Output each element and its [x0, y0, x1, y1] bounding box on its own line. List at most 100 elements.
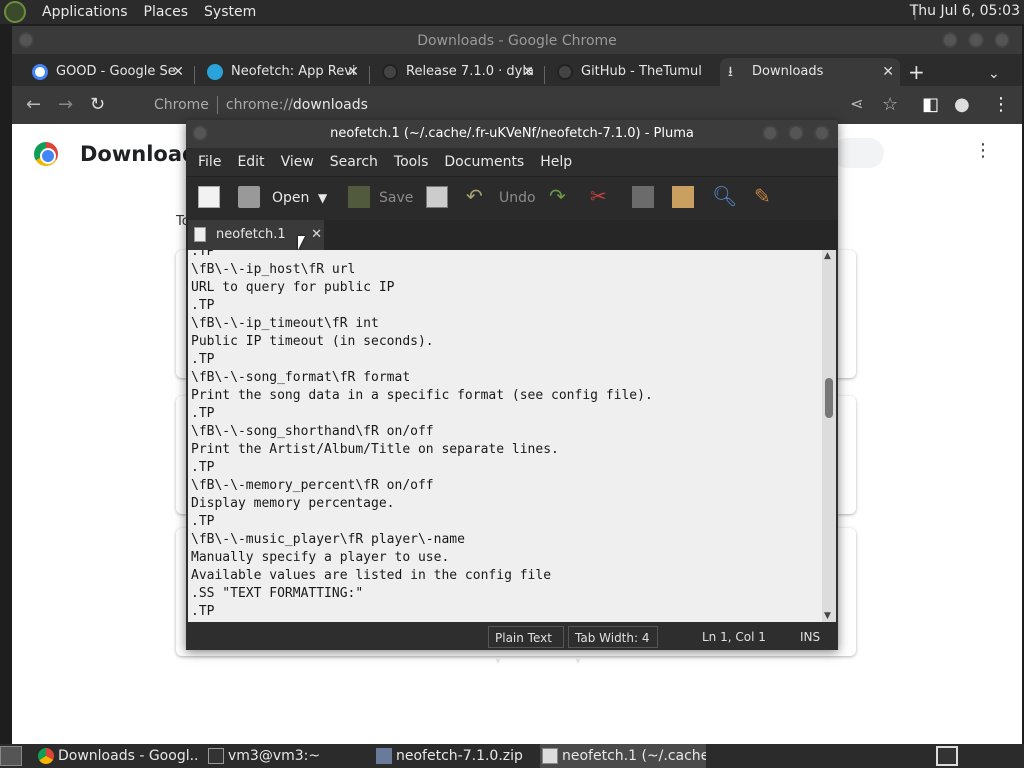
taskbar-item-pluma[interactable]: neofetch.1 (~/.cache... [540, 744, 706, 768]
system-menu[interactable]: System [196, 4, 264, 20]
menu-file[interactable]: File [190, 154, 229, 170]
new-tab-icon[interactable]: + [908, 58, 925, 86]
profile-avatar-icon[interactable]: ● [954, 94, 970, 115]
mouse-pointer-icon [298, 236, 305, 250]
clock[interactable]: Thu Jul 6, 05:03 [910, 3, 1020, 19]
tab-close-icon[interactable]: ✕ [522, 58, 534, 86]
download-icon: ⭳ [728, 64, 733, 80]
taskbar-label: vm3@vm3:~ [228, 748, 321, 764]
pluma-titlebar[interactable]: neofetch.1 (~/.cache/.fr-uKVeNf/neofetch… [186, 120, 838, 148]
chrome-titlebar[interactable]: Downloads - Google Chrome [12, 26, 1022, 54]
close-icon[interactable] [814, 125, 830, 141]
menu-view[interactable]: View [273, 154, 322, 170]
places-menu[interactable]: Places [136, 4, 197, 20]
bookmark-star-icon[interactable]: ☆ [882, 94, 898, 115]
side-panel-icon[interactable]: ◧ [922, 94, 939, 115]
menu-edit[interactable]: Edit [229, 154, 272, 170]
pluma-window-title: neofetch.1 (~/.cache/.fr-uKVeNf/neofetch… [330, 126, 694, 141]
tab-close-icon[interactable]: ✕ [311, 220, 322, 250]
menu-search[interactable]: Search [322, 154, 386, 170]
menu-documents[interactable]: Documents [436, 154, 532, 170]
copy-icon[interactable] [632, 186, 654, 208]
menu-help[interactable]: Help [532, 154, 580, 170]
tab-github[interactable]: GitHub - TheTumul [549, 58, 715, 86]
tab-downloads[interactable]: ⭳ Downloads ✕ [720, 58, 900, 86]
language-label: Plain Text [495, 631, 552, 645]
chrome-toolbar: ← → ↻ Chrome chrome://downloads ⋖ ☆ ◧ ● ⋮ [12, 86, 1022, 124]
tab-width-label: Tab Width: 4 [575, 631, 650, 645]
window-menu-icon[interactable] [192, 125, 208, 141]
open-icon[interactable] [238, 186, 260, 208]
url-scheme: chrome:// [225, 97, 293, 113]
tab-release[interactable]: Release 7.1.0 · dyla ✕ [374, 58, 540, 86]
window-menu-icon[interactable] [18, 32, 34, 48]
scroll-down-icon[interactable]: ▼ [824, 611, 834, 621]
print-icon[interactable] [426, 186, 448, 208]
tab-label: Neofetch: App Revi [231, 64, 356, 79]
open-dropdown-icon[interactable]: ▼ [318, 191, 327, 205]
menu-tools[interactable]: Tools [386, 154, 437, 170]
search-downloads-input[interactable] [832, 138, 884, 168]
tab-search-chevron-icon[interactable]: ⌄ [988, 60, 1000, 88]
minimize-icon[interactable] [942, 32, 958, 48]
scroll-up-icon[interactable]: ▲ [824, 251, 834, 261]
pluma-menubar: File Edit View Search Tools Documents He… [186, 148, 838, 176]
globe-icon [207, 64, 223, 80]
pluma-statusbar: Plain Text ▾ Tab Width: 4 ▾ Ln 1, Col 1 … [186, 622, 838, 667]
taskbar-item-archive[interactable]: neofetch-7.1.0.zip [374, 744, 534, 768]
mate-logo-icon[interactable] [4, 1, 26, 23]
tab-width-selector[interactable]: Tab Width: 4 ▾ [568, 626, 658, 667]
back-icon[interactable]: ← [26, 94, 41, 115]
chrome-icon [38, 748, 54, 764]
taskbar-item-terminal[interactable]: vm3@vm3:~ [206, 744, 356, 768]
cut-icon[interactable]: ✂ [590, 186, 612, 208]
site-info-chip[interactable]: Chrome [128, 97, 209, 113]
show-desktop-icon[interactable] [0, 746, 22, 766]
tab-close-icon[interactable]: ✕ [172, 58, 184, 86]
paste-icon[interactable] [672, 186, 694, 208]
forward-icon[interactable]: → [58, 94, 73, 115]
more-options-icon[interactable]: ⋮ [974, 140, 992, 161]
new-document-icon[interactable] [198, 186, 220, 208]
text-editor-icon [542, 748, 558, 764]
redo-icon[interactable]: ↷ [549, 186, 571, 208]
find-replace-icon[interactable]: ✎ [754, 186, 776, 208]
maximize-icon[interactable] [968, 32, 984, 48]
undo-button[interactable]: Undo [499, 190, 536, 206]
terminal-icon [208, 748, 224, 764]
text-document-icon [194, 227, 206, 242]
maximize-icon[interactable] [788, 125, 804, 141]
url-path: downloads [292, 97, 368, 113]
scrollbar-thumb[interactable] [825, 378, 833, 418]
tab-close-icon[interactable]: ✕ [347, 58, 359, 86]
chrome-menu-icon[interactable]: ⋮ [992, 94, 1010, 115]
undo-icon[interactable]: ↶ [466, 186, 488, 208]
taskbar-label: neofetch-7.1.0.zip [396, 748, 523, 764]
open-button[interactable]: Open [272, 190, 309, 206]
tab-label: GitHub - TheTumul [581, 64, 702, 79]
tab-google[interactable]: GOOD - Google Se ✕ [24, 58, 190, 86]
find-icon[interactable]: 🔍︎ [712, 186, 737, 208]
share-icon[interactable]: ⋖ [850, 94, 863, 113]
reload-icon[interactable]: ↻ [90, 94, 105, 115]
save-button[interactable]: Save [379, 190, 413, 206]
language-selector[interactable]: Plain Text ▾ [488, 626, 564, 667]
chrome-window-title: Downloads - Google Chrome [417, 33, 617, 49]
save-icon[interactable] [348, 186, 370, 208]
insert-mode: INS [800, 630, 821, 644]
tab-label: GOOD - Google Se [56, 64, 176, 79]
tab-label: neofetch.1 [216, 227, 286, 242]
text-editor-area[interactable]: .TP \fB\-\-ip_host\fR url URL to query f… [188, 250, 822, 622]
taskbar-label: Downloads - Googl... [58, 748, 200, 764]
workspace-switcher[interactable] [936, 746, 958, 766]
tab-neofetch-review[interactable]: Neofetch: App Revi ✕ [199, 58, 365, 86]
omnibox[interactable]: Chrome chrome://downloads [128, 90, 868, 120]
close-icon[interactable] [994, 32, 1010, 48]
tab-close-icon[interactable]: ✕ [882, 58, 894, 86]
applications-menu[interactable]: Applications [34, 4, 136, 20]
editor-text: .TP \fB\-\-ip_host\fR url URL to query f… [191, 250, 653, 619]
chrome-tabbar: GOOD - Google Se ✕ Neofetch: App Revi ✕ … [12, 54, 1022, 86]
minimize-icon[interactable] [762, 125, 778, 141]
editor-scrollbar[interactable]: ▲ ▼ [822, 250, 836, 622]
taskbar-item-chrome[interactable]: Downloads - Googl... [36, 744, 200, 768]
